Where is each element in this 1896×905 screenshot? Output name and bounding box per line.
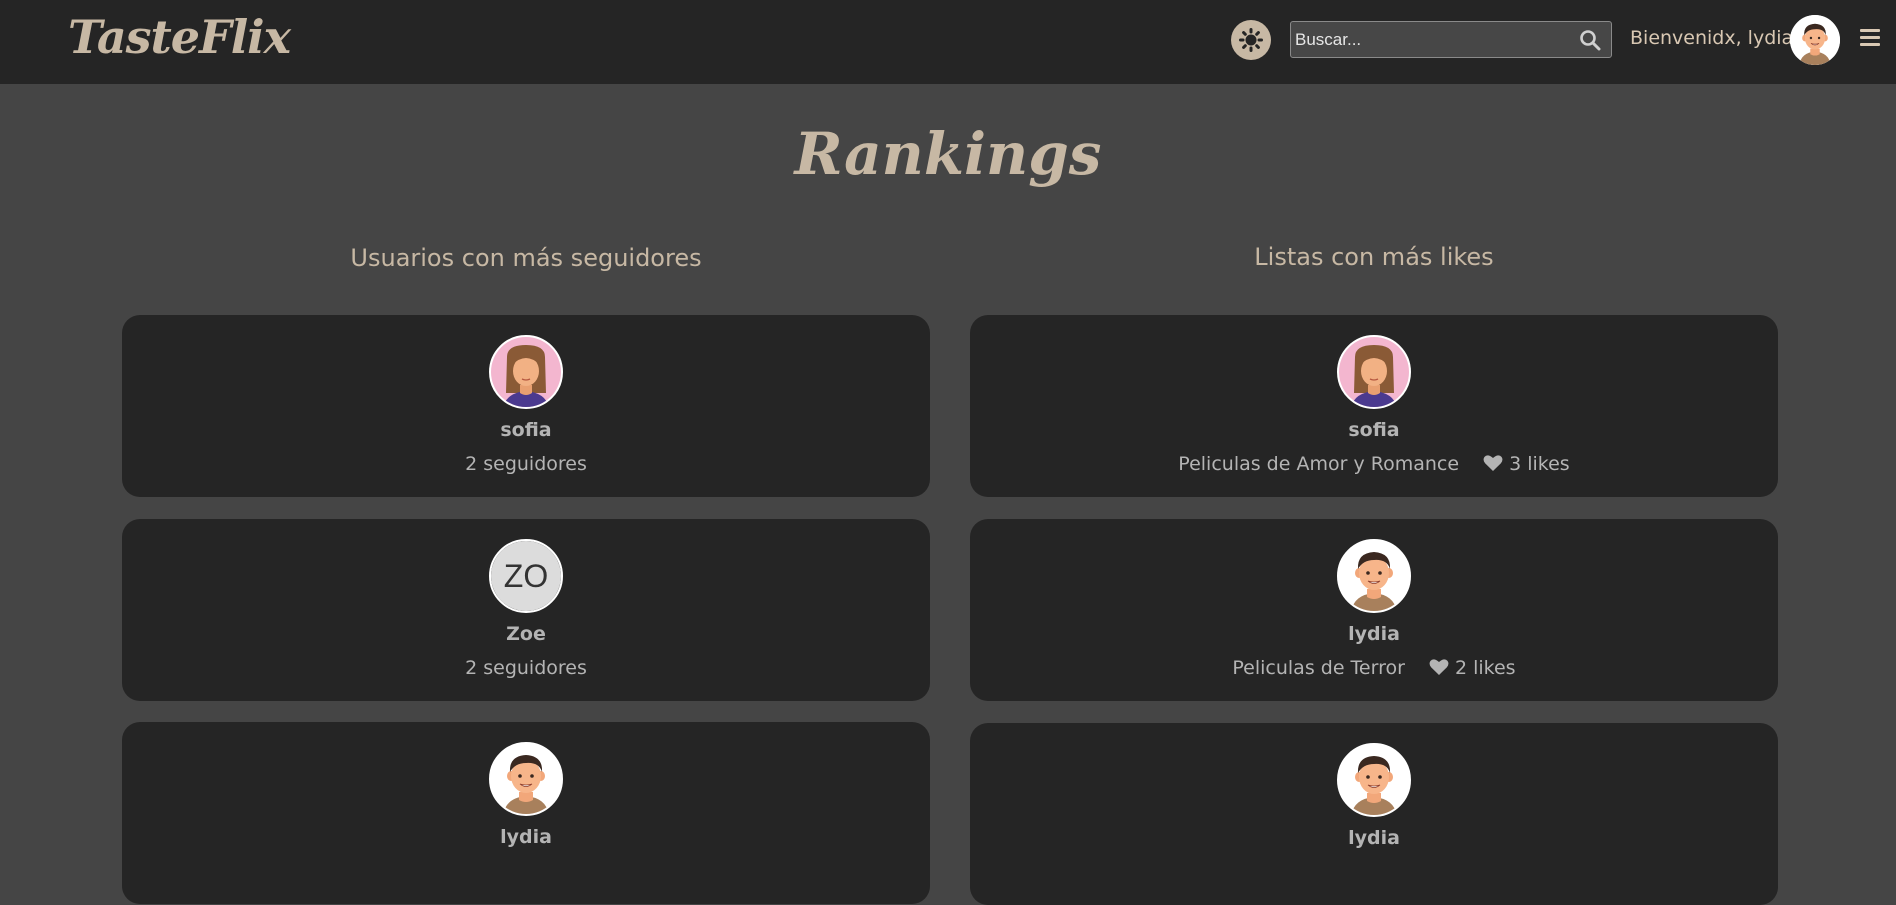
follower-count: 2 seguidores <box>465 657 587 679</box>
page-title: Rankings <box>794 120 1102 188</box>
heart-icon <box>1483 455 1503 471</box>
user-avatar[interactable] <box>1790 15 1840 65</box>
search-box <box>1290 21 1612 58</box>
user-ranking-card[interactable]: ZO Zoe 2 seguidores <box>122 519 930 701</box>
user-name[interactable]: sofia <box>122 419 930 441</box>
welcome-text: Bienvenidx, lydia <box>1630 27 1794 49</box>
list-ranking-card[interactable]: sofia Peliculas de Amor y Romance 3 like… <box>970 315 1778 497</box>
followers-column-title: Usuarios con más seguidores <box>350 244 702 272</box>
sun-icon <box>1239 28 1263 52</box>
avatar <box>1337 743 1411 817</box>
theme-toggle-button[interactable] <box>1231 20 1271 60</box>
avatar <box>489 335 563 409</box>
search-input[interactable] <box>1295 25 1565 54</box>
user-name[interactable]: Zoe <box>122 623 930 645</box>
like-count: 3 likes <box>1483 453 1570 475</box>
top-navbar: TasteFlix Bienvenidx, lydia <box>0 0 1896 84</box>
likes-column-title: Listas con más likes <box>1254 243 1494 271</box>
avatar <box>489 742 563 816</box>
like-count-text: 3 likes <box>1509 453 1570 475</box>
user-name[interactable]: lydia <box>970 827 1778 849</box>
app-logo[interactable]: TasteFlix <box>68 10 291 64</box>
follower-count: 2 seguidores <box>465 453 587 475</box>
user-ranking-card[interactable]: lydia <box>122 722 930 904</box>
heart-icon <box>1429 659 1449 675</box>
user-name[interactable]: lydia <box>122 826 930 848</box>
search-icon[interactable] <box>1579 29 1601 51</box>
like-count: 2 likes <box>1429 657 1516 679</box>
menu-icon[interactable] <box>1860 29 1880 49</box>
avatar: ZO <box>489 539 563 613</box>
avatar <box>1337 335 1411 409</box>
list-name[interactable]: Peliculas de Terror <box>1232 657 1405 679</box>
avatar-initials: ZO <box>491 541 561 611</box>
avatar <box>1337 539 1411 613</box>
user-ranking-card[interactable]: sofia 2 seguidores <box>122 315 930 497</box>
list-ranking-card[interactable]: lydia <box>970 723 1778 905</box>
user-name[interactable]: sofia <box>970 419 1778 441</box>
list-ranking-card[interactable]: lydia Peliculas de Terror 2 likes <box>970 519 1778 701</box>
like-count-text: 2 likes <box>1454 657 1516 679</box>
user-name[interactable]: lydia <box>970 623 1778 645</box>
list-name[interactable]: Peliculas de Amor y Romance <box>1178 453 1459 475</box>
list-info: Peliculas de Amor y Romance 3 likes <box>970 453 1778 475</box>
list-info: Peliculas de Terror 2 likes <box>970 657 1778 679</box>
